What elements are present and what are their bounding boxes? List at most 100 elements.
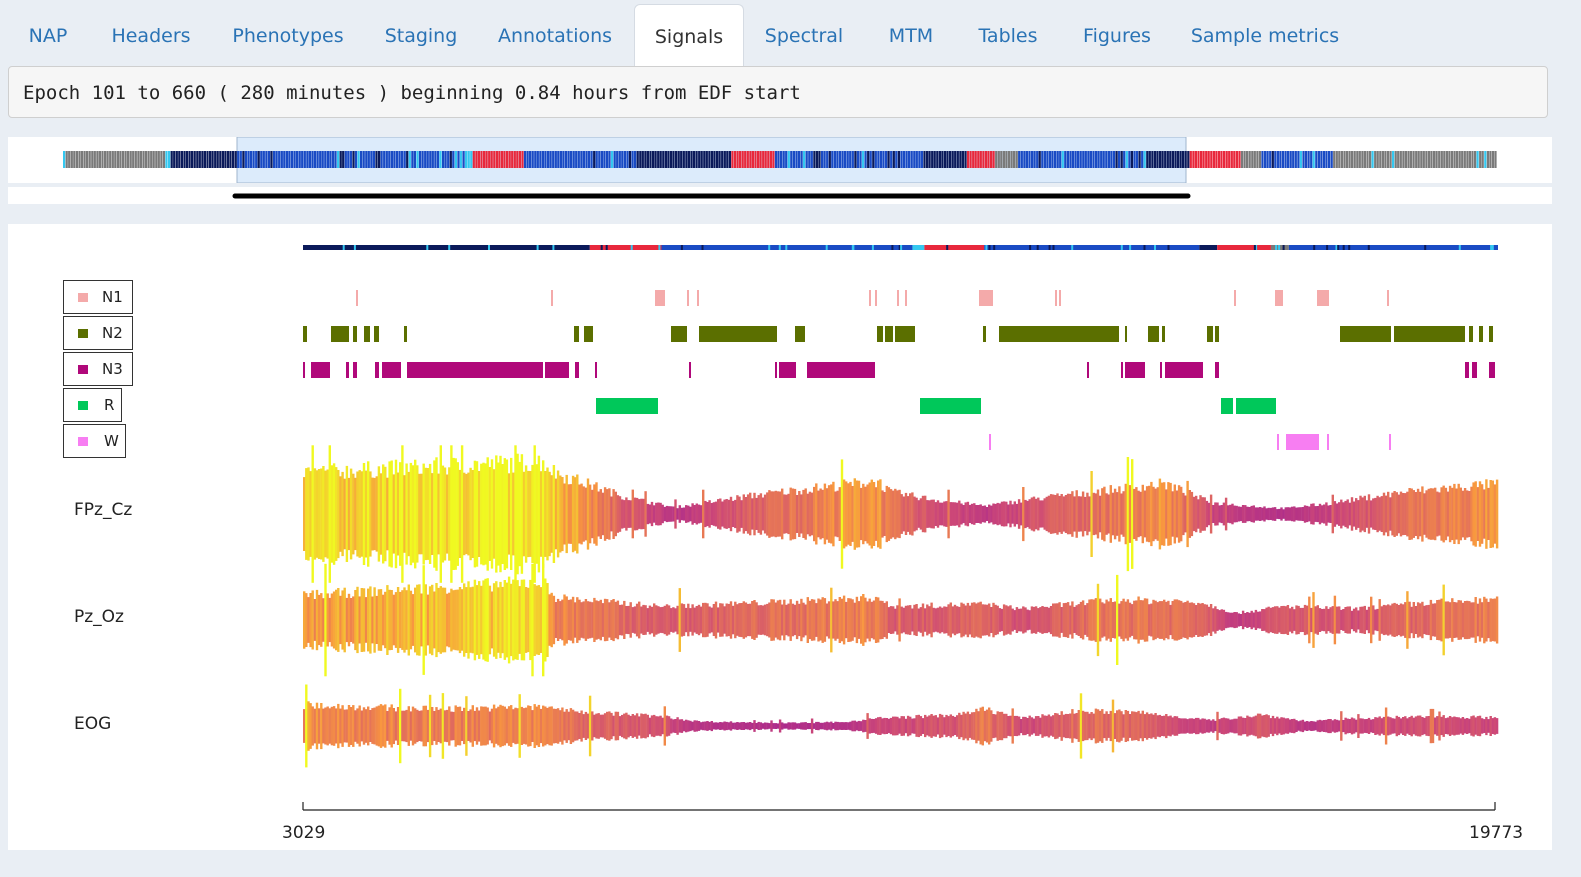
signal-epoch-bar <box>887 607 891 633</box>
hypnogram-epoch <box>557 151 560 168</box>
tab-tables[interactable]: Tables <box>964 4 1052 66</box>
hypnogram-epoch <box>549 151 552 168</box>
signal-epoch-bar <box>567 711 570 741</box>
signal-epoch-bar <box>825 721 829 731</box>
signal-epoch-bar <box>446 709 449 743</box>
signal-epoch-bar <box>471 705 474 747</box>
tab-spectral[interactable]: Spectral <box>752 4 856 66</box>
signal-epoch-bar <box>597 601 600 639</box>
signal-epoch-bar <box>958 606 961 634</box>
legend-item-w[interactable]: W <box>63 424 126 458</box>
tab-headers[interactable]: Headers <box>98 4 204 66</box>
tab-annotations[interactable]: Annotations <box>486 4 624 66</box>
signal-epoch-bar <box>1346 499 1349 529</box>
signal-epoch-bar <box>866 713 869 739</box>
signal-epoch-bar <box>889 717 893 735</box>
signal-epoch-bar <box>458 469 462 558</box>
signal-epoch-bar <box>367 461 370 567</box>
legend-item-n2[interactable]: N2 <box>63 316 133 350</box>
signal-epoch-bar <box>985 604 989 636</box>
signal-epoch-bar <box>520 706 524 745</box>
signal-epoch-bar <box>1472 482 1475 546</box>
signal-epoch-bar <box>384 704 387 748</box>
hypnogram-epoch <box>695 151 698 168</box>
stage-row-block <box>775 362 777 378</box>
stage-strip-tick <box>1313 245 1316 250</box>
hypnogram-epoch <box>534 151 537 168</box>
tab-staging[interactable]: Staging <box>372 4 470 66</box>
signal-epoch-bar <box>904 605 908 635</box>
signal-epoch-bar <box>337 470 340 559</box>
hypnogram-epoch <box>413 151 416 168</box>
stage-strip-tick <box>778 245 781 250</box>
stage-row-block <box>596 398 658 414</box>
stage-row-block <box>375 362 379 378</box>
signal-epoch-bar <box>714 722 718 730</box>
stage-row-block <box>1387 290 1389 306</box>
tab-sample-metrics[interactable]: Sample metrics <box>1184 4 1346 66</box>
epoch-range-slider[interactable] <box>8 187 1552 204</box>
signal-epoch-bar <box>574 477 577 551</box>
signal-epoch-bar <box>1320 609 1324 631</box>
hypnogram-epoch <box>762 151 765 168</box>
tab-signals[interactable]: Signals <box>634 4 744 67</box>
signal-epoch-bar <box>1470 716 1473 736</box>
signal-epoch-bar <box>512 709 515 743</box>
signal-epoch-bar <box>680 507 684 521</box>
signal-epoch-bar <box>1124 601 1127 639</box>
hypnogram-epoch <box>1102 151 1105 168</box>
hypnogram-epoch <box>1251 151 1254 168</box>
tab-nap[interactable]: NAP <box>14 4 82 66</box>
signal-epoch-bar <box>1348 502 1351 526</box>
hypnogram-epoch <box>401 151 404 168</box>
hypnogram-epoch <box>224 151 227 168</box>
legend-item-r[interactable]: R <box>63 388 122 422</box>
signal-epoch-bar <box>823 483 827 545</box>
hypnogram-overview-plot[interactable] <box>8 137 1552 183</box>
signal-epoch-bar <box>546 467 549 561</box>
tab-figures[interactable]: Figures <box>1068 4 1166 66</box>
signal-epoch-bar <box>1124 710 1127 742</box>
signal-epoch-bar <box>1028 610 1031 630</box>
signal-epoch-bar <box>1192 496 1196 532</box>
signal-epoch-bar <box>411 594 415 646</box>
signal-epoch-bar <box>1022 606 1025 634</box>
hypnogram-epoch <box>1197 151 1200 168</box>
signal-epoch-bar <box>446 474 449 554</box>
signal-epoch-bar <box>1062 603 1066 637</box>
hypnogram-epoch <box>88 151 91 168</box>
hypnogram-epoch <box>1192 151 1195 168</box>
signal-epoch-bar <box>1116 574 1119 665</box>
tab-mtm[interactable]: MTM <box>874 4 948 66</box>
hypnogram-epoch <box>1438 151 1441 168</box>
hypnogram-epoch <box>685 151 688 168</box>
signal-epoch-bar <box>463 583 466 657</box>
hypnogram-epoch <box>109 151 112 168</box>
signal-epoch-bar <box>1370 719 1373 733</box>
signal-epoch-bar <box>877 597 880 643</box>
signal-epoch-bar <box>527 470 530 558</box>
signal-epoch-bar <box>1022 487 1025 542</box>
hypnogram-epoch <box>1005 151 1008 168</box>
signal-epoch-bar <box>486 457 489 571</box>
hypnogram-epoch <box>380 151 383 168</box>
signal-epoch-bar <box>1451 487 1454 541</box>
signal-epoch-bar <box>1459 600 1462 640</box>
stage-row-block <box>353 326 357 342</box>
signal-epoch-bar <box>1310 721 1313 731</box>
signal-epoch-bar <box>990 710 993 742</box>
signal-epoch-bar <box>420 593 423 647</box>
hypnogram-epoch <box>372 151 375 168</box>
signal-epoch-bar <box>956 606 959 634</box>
hypnogram-epoch <box>1261 151 1264 168</box>
stage-row-block <box>1317 290 1329 306</box>
tab-phenotypes[interactable]: Phenotypes <box>220 4 356 66</box>
signal-epoch-bar <box>836 490 839 538</box>
stage-strip-tick <box>1154 245 1156 250</box>
legend-item-n3[interactable]: N3 <box>63 352 133 386</box>
hypnogram-epoch <box>1322 151 1326 168</box>
signal-epoch-bar <box>1152 486 1155 542</box>
signal-epoch-bar <box>670 718 673 734</box>
hypnogram-overview[interactable] <box>8 137 1552 183</box>
legend-item-n1[interactable]: N1 <box>63 280 133 314</box>
